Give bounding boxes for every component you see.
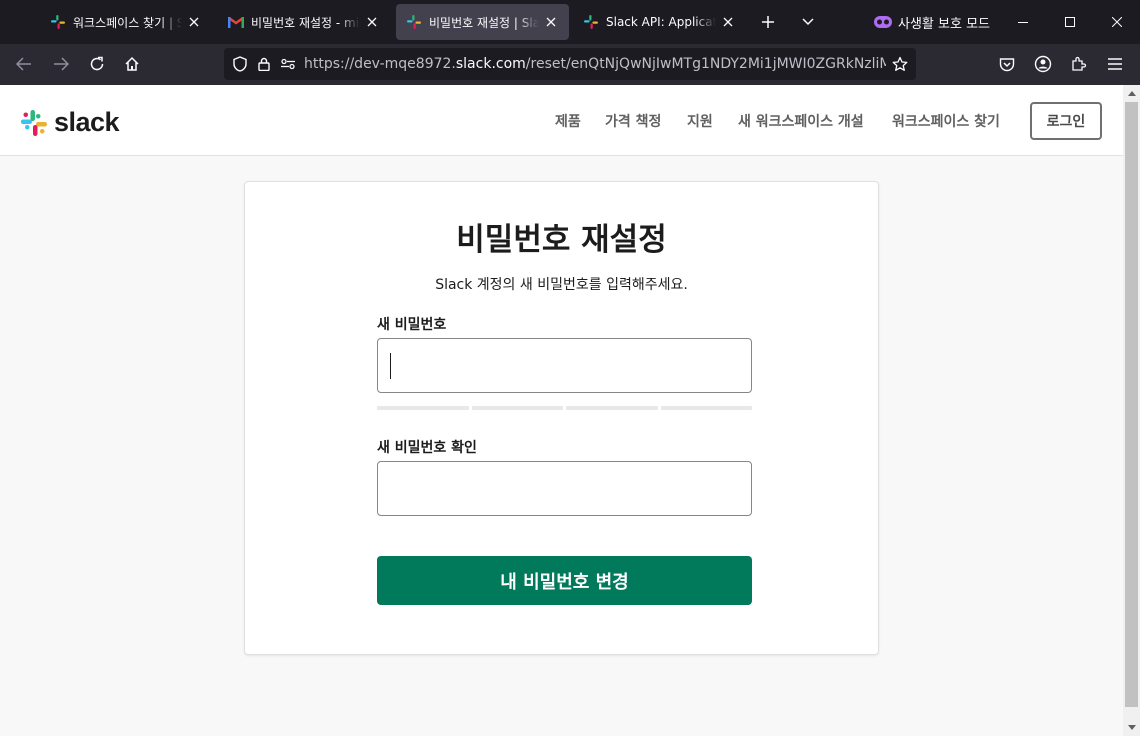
slack-logo-icon	[21, 109, 47, 136]
navigation-toolbar: https://dev-mqe8972.slack.com/reset/enQt…	[0, 44, 1140, 85]
close-tab-icon[interactable]	[186, 14, 202, 30]
close-tab-icon[interactable]	[364, 14, 380, 30]
nav-link-create-workspace[interactable]: 새 워크스페이스 개설	[738, 111, 864, 131]
plus-icon	[762, 16, 774, 28]
forward-button[interactable]	[45, 48, 77, 80]
minimize-button[interactable]	[1000, 0, 1046, 44]
tab-slack-api[interactable]: Slack API: Applications	[573, 4, 746, 40]
account-icon	[1034, 55, 1052, 73]
nav-link-find-workspace[interactable]: 워크스페이스 찾기	[892, 111, 1000, 131]
strength-segment	[471, 406, 563, 410]
close-tab-icon[interactable]	[543, 14, 559, 30]
tab-slack-reset[interactable]: 비밀번호 재설정 | Slack	[396, 4, 569, 40]
scrollbar-thumb[interactable]	[1125, 102, 1138, 707]
menu-button[interactable]	[1099, 48, 1131, 80]
scroll-down-arrow-icon[interactable]	[1123, 719, 1140, 736]
strength-segment	[566, 406, 658, 410]
pocket-button[interactable]	[991, 48, 1023, 80]
nav-link-pricing[interactable]: 가격 책정	[605, 111, 661, 131]
reload-icon	[90, 56, 104, 71]
home-button[interactable]	[116, 48, 148, 80]
tab-bar: 워크스페이스 찾기 | Slack 비밀번호 재설정 - mil 비밀번호 재설…	[0, 0, 1140, 44]
slack-favicon-icon	[50, 14, 66, 30]
url-text[interactable]: https://dev-mqe8972.slack.com/reset/enQt…	[300, 56, 886, 72]
url-path: /reset/enQtNjQwNjIwMTg1NDY2Mi1jMWI0ZGRkN…	[525, 56, 886, 72]
url-prefix: https://dev-mqe8972.	[304, 56, 456, 72]
page-content: slack 제품 가격 책정 지원 새 워크스페이스 개설 워크스페이스 찾기 …	[0, 85, 1123, 736]
nav-link-product[interactable]: 제품	[555, 111, 581, 131]
new-tab-button[interactable]	[750, 4, 786, 40]
close-window-button[interactable]	[1094, 0, 1140, 44]
change-password-button[interactable]: 내 비밀번호 변경	[377, 556, 752, 605]
minimize-icon	[1018, 21, 1028, 23]
new-password-input[interactable]	[377, 338, 752, 393]
confirm-password-input[interactable]	[377, 461, 752, 516]
private-mask-icon	[874, 16, 892, 28]
strength-segment	[377, 406, 469, 410]
page-subtitle: Slack 계정의 새 비밀번호를 입력해주세요.	[435, 277, 688, 293]
logo-wordmark: slack	[54, 107, 120, 137]
close-tab-icon[interactable]	[720, 14, 736, 30]
maximize-button[interactable]	[1047, 0, 1093, 44]
tracking-protection-shield-icon[interactable]	[228, 52, 252, 76]
password-strength-meter	[377, 406, 752, 410]
login-button[interactable]: 로그인	[1030, 102, 1102, 140]
hamburger-menu-icon	[1108, 58, 1122, 70]
nav-link-support[interactable]: 지원	[687, 111, 713, 131]
strength-segment	[660, 406, 752, 410]
chevron-down-icon	[802, 18, 814, 26]
reload-button[interactable]	[81, 48, 113, 80]
address-bar[interactable]: https://dev-mqe8972.slack.com/reset/enQt…	[224, 48, 916, 80]
page-title: 비밀번호 재설정	[456, 222, 667, 258]
bookmark-star-icon[interactable]	[888, 52, 912, 76]
tab-title: 비밀번호 재설정 - mil	[251, 15, 360, 30]
tab-title: 비밀번호 재설정 | Slack	[429, 15, 539, 30]
private-label: 사생활 보호 모드	[898, 16, 990, 32]
maximize-icon	[1065, 17, 1075, 27]
gmail-icon	[228, 14, 244, 30]
text-cursor	[390, 353, 391, 379]
back-button[interactable]	[8, 48, 40, 80]
extensions-button[interactable]	[1063, 48, 1095, 80]
site-header: slack 제품 가격 책정 지원 새 워크스페이스 개설 워크스페이스 찾기 …	[0, 85, 1123, 156]
home-icon	[125, 56, 139, 71]
permissions-icon[interactable]	[276, 52, 300, 76]
tab-title: Slack API: Applications	[606, 15, 716, 29]
back-arrow-icon	[16, 57, 31, 71]
lock-icon[interactable]	[252, 52, 276, 76]
url-host: slack.com	[455, 56, 526, 72]
slack-favicon-icon	[406, 14, 422, 30]
forward-arrow-icon	[54, 57, 69, 71]
tab-title: 워크스페이스 찾기 | Slack	[73, 15, 182, 30]
slack-favicon-icon	[583, 14, 599, 30]
list-all-tabs-button[interactable]	[790, 4, 826, 40]
reset-password-card: 비밀번호 재설정 Slack 계정의 새 비밀번호를 입력해주세요. 새 비밀번…	[244, 181, 879, 655]
vertical-scrollbar[interactable]	[1123, 85, 1140, 736]
private-browsing-indicator: 사생활 보호 모드	[866, 10, 998, 34]
tab-gmail-reset[interactable]: 비밀번호 재설정 - mil	[218, 4, 390, 40]
account-button[interactable]	[1027, 48, 1059, 80]
scroll-up-arrow-icon[interactable]	[1123, 85, 1140, 102]
close-icon	[1112, 17, 1122, 27]
puzzle-icon	[1072, 56, 1087, 71]
tab-find-workspace[interactable]: 워크스페이스 찾기 | Slack	[40, 4, 212, 40]
new-password-label: 새 비밀번호	[377, 317, 447, 333]
pocket-icon	[999, 57, 1015, 71]
slack-logo[interactable]: slack	[20, 107, 120, 138]
confirm-password-label: 새 비밀번호 확인	[377, 440, 477, 456]
